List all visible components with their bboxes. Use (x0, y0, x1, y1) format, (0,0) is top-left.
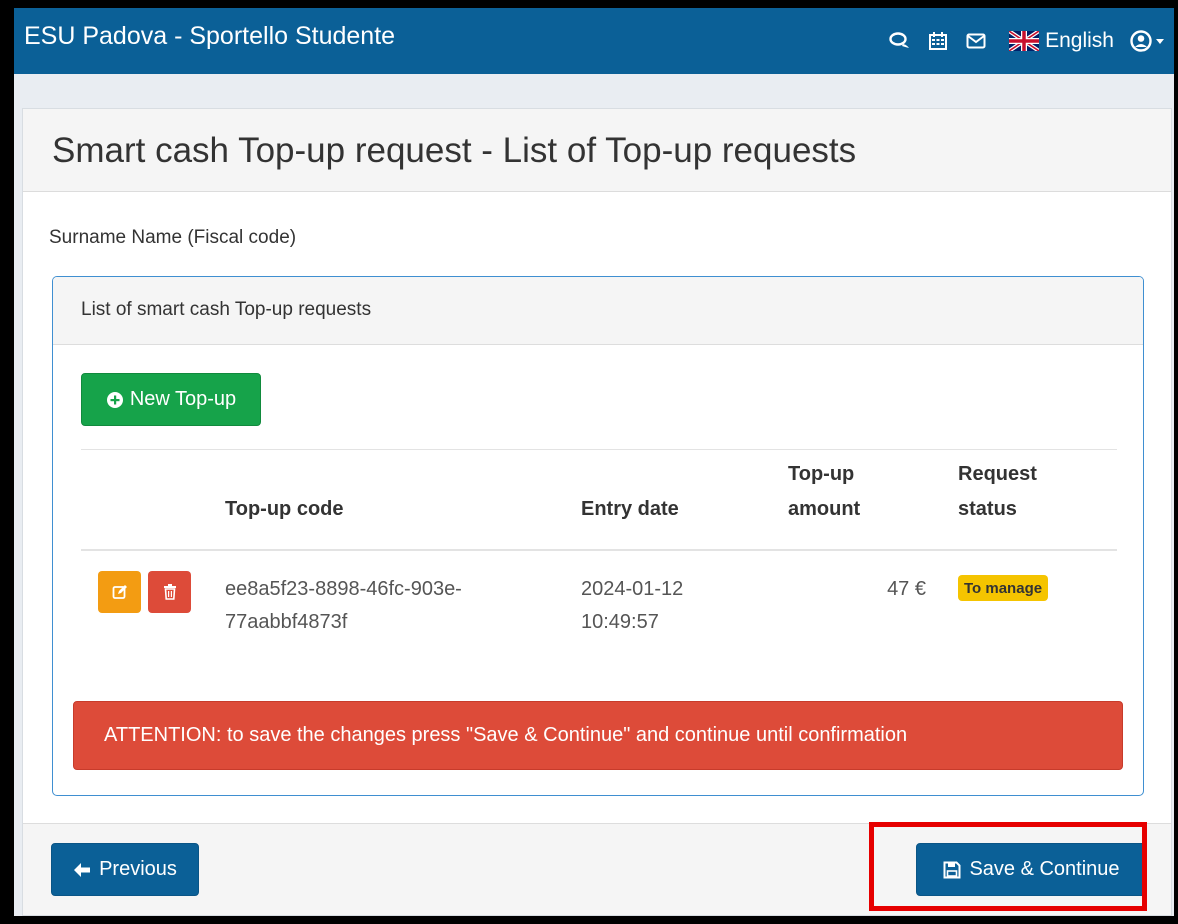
column-entry-date: Entry date (581, 498, 679, 520)
brand-title[interactable]: ESU Padova - Sportello Studente (24, 22, 395, 51)
panel-footer: Previous Save & Continue (23, 823, 1171, 915)
table-row: ee8a5f23-8898-46fc-903e-77aabbf4873f 202… (81, 551, 1117, 651)
delete-button[interactable] (148, 571, 191, 613)
language-selector[interactable]: English (1009, 29, 1114, 53)
topup-code-cell: ee8a5f23-8898-46fc-903e-77aabbf4873f (225, 578, 462, 633)
user-menu[interactable] (1130, 30, 1164, 52)
column-request-status: Request status (958, 463, 1037, 520)
table-header: Top-up code Entry date Top-up amount Req… (81, 449, 1117, 551)
calendar-icon[interactable] (921, 21, 955, 61)
top-navbar: ESU Padova - Sportello Studente English (14, 8, 1174, 74)
plus-circle-icon (106, 391, 123, 408)
app-frame: ESU Padova - Sportello Studente English (14, 8, 1174, 916)
column-topup-amount: Top-up amount (788, 463, 861, 520)
edit-icon (112, 585, 127, 599)
save-continue-label: Save & Continue (969, 858, 1120, 880)
edit-button[interactable] (98, 571, 141, 613)
envelope-icon[interactable] (959, 21, 993, 61)
topup-table: Top-up code Entry date Top-up amount Req… (81, 449, 1117, 651)
uk-flag-icon (1009, 31, 1040, 51)
topup-requests-panel: List of smart cash Top-up requests New T… (52, 276, 1144, 796)
language-label: English (1045, 29, 1114, 52)
chat-icon[interactable] (883, 21, 917, 61)
status-badge: To manage (958, 575, 1049, 601)
chevron-down-icon (1156, 38, 1164, 44)
previous-label: Previous (99, 858, 177, 880)
entry-date-cell: 2024-01-12 10:49:57 (581, 578, 684, 633)
arrow-left-icon (74, 862, 91, 877)
new-topup-button[interactable]: New Top-up (81, 373, 261, 426)
save-continue-button[interactable]: Save & Continue (916, 843, 1147, 896)
page-title: Smart cash Top-up request - List of Top-… (52, 131, 857, 170)
amount-cell: 47 € (887, 578, 926, 600)
topup-panel-heading: List of smart cash Top-up requests (53, 277, 1143, 345)
user-circle-icon (1130, 30, 1152, 52)
main-panel: Smart cash Top-up request - List of Top-… (22, 108, 1172, 916)
save-icon (943, 861, 961, 878)
previous-button[interactable]: Previous (51, 843, 199, 896)
attention-alert: ATTENTION: to save the changes press "Sa… (73, 701, 1123, 770)
student-info: Surname Name (Fiscal code) (49, 227, 297, 248)
panel-heading: Smart cash Top-up request - List of Top-… (23, 109, 1171, 192)
trash-icon (163, 584, 176, 600)
navbar-actions: English (883, 8, 1174, 74)
column-topup-code: Top-up code (225, 498, 344, 520)
new-topup-label: New Top-up (129, 388, 237, 410)
